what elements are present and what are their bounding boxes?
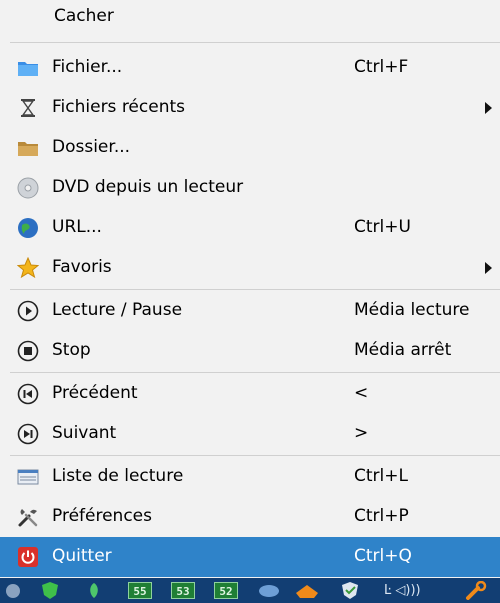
menu-item-shortcut: Média arrêt <box>354 340 452 360</box>
tray-mail-icon[interactable] <box>294 581 320 600</box>
menu-item-fichiers-recents[interactable]: Fichiers récents <box>0 88 500 128</box>
tray-leaf-icon[interactable] <box>86 581 102 600</box>
menu-separator <box>10 42 500 43</box>
menu-item-shortcut: Ctrl+L <box>354 466 408 486</box>
menu-separator <box>10 289 500 290</box>
folder-blue-icon <box>17 57 39 79</box>
menu-item-label: Dossier... <box>52 137 131 157</box>
tray-counter-badge[interactable]: 52 <box>214 582 238 599</box>
tray-shield-icon[interactable] <box>40 581 60 600</box>
folder-icon <box>17 137 39 159</box>
submenu-arrow-icon <box>485 102 492 114</box>
menu-item-label: Liste de lecture <box>52 466 184 486</box>
menu-item-suivant[interactable]: Suivant > <box>0 414 500 454</box>
menu-item-shortcut: Média lecture <box>354 300 470 320</box>
tray-counter-badge[interactable]: 55 <box>128 582 152 599</box>
tray-wrench-icon[interactable] <box>462 581 490 600</box>
menu-item-liste-de-lecture[interactable]: Liste de lecture Ctrl+L <box>0 457 500 497</box>
menu-item-label: DVD depuis un lecteur <box>52 177 244 197</box>
play-icon <box>17 300 39 322</box>
menu-item-label: Fichiers récents <box>52 97 185 117</box>
tray-volume-icon[interactable]: Ŀ ◁))) <box>384 581 421 600</box>
tools-icon <box>17 506 39 528</box>
menu-item-cacher[interactable]: Cacher <box>0 0 500 40</box>
menu-item-url[interactable]: URL... Ctrl+U <box>0 208 500 248</box>
menu-item-shortcut: > <box>354 423 369 443</box>
menu-item-shortcut: Ctrl+P <box>354 506 409 526</box>
menu-item-preferences[interactable]: Préférences Ctrl+P <box>0 497 500 537</box>
menu-item-label: Lecture / Pause <box>52 300 183 320</box>
menu-item-label: Précédent <box>52 383 138 403</box>
taskbar-tray: 55 53 52 Ŀ ◁))) <box>0 578 500 603</box>
previous-icon <box>17 383 39 405</box>
menu-item-label: URL... <box>52 217 102 237</box>
tray-network-icon[interactable] <box>257 581 281 600</box>
menu-separator <box>10 372 500 373</box>
menu-item-fichier[interactable]: Fichier... Ctrl+F <box>0 48 500 88</box>
menu-item-shortcut: Ctrl+U <box>354 217 411 237</box>
menu-item-label: Suivant <box>52 423 117 443</box>
menu-item-label: Cacher <box>54 6 114 26</box>
hourglass-icon <box>17 97 39 119</box>
menu-item-label: Favoris <box>52 257 112 277</box>
playlist-icon <box>17 466 39 488</box>
menu-separator <box>10 455 500 456</box>
globe-icon <box>17 217 39 239</box>
menu-item-shortcut: < <box>354 383 369 403</box>
menu-item-dossier[interactable]: Dossier... <box>0 128 500 168</box>
menu-item-stop[interactable]: Stop Média arrêt <box>0 331 500 371</box>
menu-item-label: Fichier... <box>52 57 123 77</box>
menu-item-label: Préférences <box>52 506 152 526</box>
submenu-arrow-icon <box>485 262 492 274</box>
tray-counter-badge[interactable]: 53 <box>171 582 195 599</box>
disc-icon <box>17 177 39 199</box>
tray-app-icon[interactable] <box>4 581 22 600</box>
menu-item-label: Stop <box>52 340 91 360</box>
menu-item-label: Quitter <box>52 546 112 566</box>
menu-item-shortcut: Ctrl+Q <box>354 546 412 566</box>
next-icon <box>17 423 39 445</box>
menu-item-lecture-pause[interactable]: Lecture / Pause Média lecture <box>0 291 500 331</box>
menu-item-favoris[interactable]: Favoris <box>0 248 500 288</box>
menu-item-precedent[interactable]: Précédent < <box>0 374 500 414</box>
menu-item-quitter[interactable]: Quitter Ctrl+Q <box>0 537 500 577</box>
menu-item-dvd[interactable]: DVD depuis un lecteur <box>0 168 500 208</box>
power-icon <box>17 546 39 568</box>
menu-item-shortcut: Ctrl+F <box>354 57 409 77</box>
context-menu: Cacher Fichier... Ctrl+F Fichiers récent… <box>0 0 500 578</box>
tray-security-icon[interactable] <box>340 581 360 600</box>
stop-icon <box>17 340 39 362</box>
star-icon <box>17 257 39 279</box>
